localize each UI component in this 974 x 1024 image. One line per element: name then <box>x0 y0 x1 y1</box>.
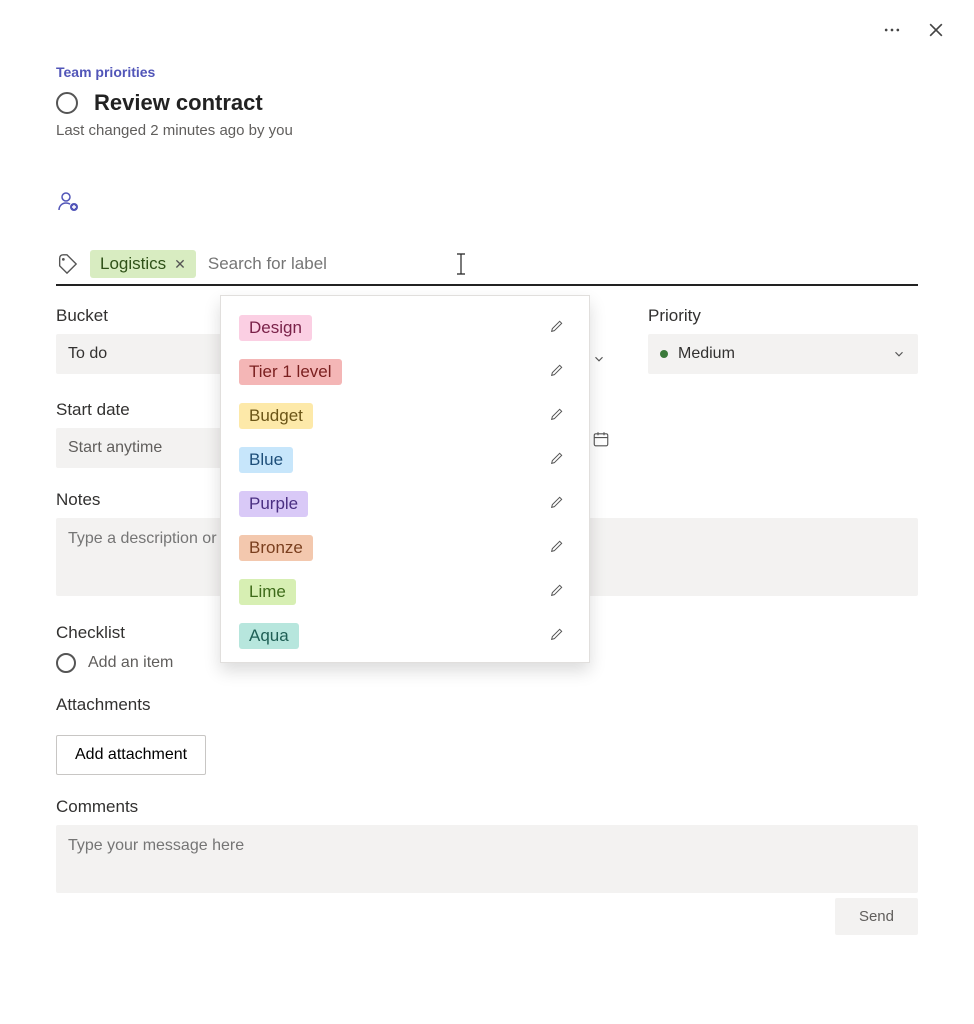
last-changed-text: Last changed 2 minutes ago by you <box>56 122 918 139</box>
edit-label-icon[interactable] <box>549 538 577 559</box>
label-chip[interactable]: Logistics ✕ <box>90 250 196 278</box>
label-option-pill: Aqua <box>239 623 299 649</box>
comments-textarea[interactable] <box>56 825 918 893</box>
assign-user-icon[interactable] <box>56 189 80 218</box>
task-title[interactable]: Review contract <box>94 90 263 116</box>
label-option-pill: Design <box>239 315 312 341</box>
edit-label-icon[interactable] <box>549 494 577 515</box>
label-option[interactable]: Tier 1 level <box>233 350 583 394</box>
label-field[interactable]: Logistics ✕ <box>56 250 918 286</box>
remove-label-icon[interactable]: ✕ <box>174 256 186 273</box>
label-option-pill: Lime <box>239 579 296 605</box>
label-option-pill: Bronze <box>239 535 313 561</box>
more-icon[interactable] <box>882 20 902 45</box>
label-option-pill: Blue <box>239 447 293 473</box>
edit-label-icon[interactable] <box>549 582 577 603</box>
breadcrumb[interactable]: Team priorities <box>56 64 155 80</box>
edit-label-icon[interactable] <box>549 318 577 339</box>
label-option[interactable]: Gray <box>233 658 583 663</box>
bucket-value: To do <box>68 345 107 363</box>
label-option[interactable]: Lime <box>233 570 583 614</box>
label-option[interactable]: Purple <box>233 482 583 526</box>
edit-label-icon[interactable] <box>549 362 577 383</box>
priority-label: Priority <box>648 306 918 326</box>
label-option-pill: Budget <box>239 403 313 429</box>
send-button[interactable]: Send <box>835 898 918 935</box>
label-option-pill: Purple <box>239 491 308 517</box>
edit-label-icon[interactable] <box>549 406 577 427</box>
complete-radio[interactable] <box>56 92 78 114</box>
text-cursor-icon <box>456 253 468 275</box>
priority-dot-icon <box>660 350 668 358</box>
label-dropdown[interactable]: Design Tier 1 level Budget Blue Purple Bronze… <box>220 295 590 663</box>
chevron-down-icon <box>892 347 906 361</box>
label-option[interactable]: Blue <box>233 438 583 482</box>
label-option[interactable]: Budget <box>233 394 583 438</box>
calendar-icon <box>592 430 610 448</box>
priority-value: Medium <box>678 345 735 362</box>
edit-label-icon[interactable] <box>549 626 577 647</box>
label-option[interactable]: Aqua <box>233 614 583 658</box>
attachments-label: Attachments <box>56 695 918 715</box>
start-date-placeholder: Start anytime <box>68 439 162 457</box>
comments-label: Comments <box>56 797 918 817</box>
label-search-input[interactable] <box>208 254 918 274</box>
checklist-radio[interactable] <box>56 653 76 673</box>
priority-select[interactable]: Medium <box>648 334 918 374</box>
label-option-pill: Tier 1 level <box>239 359 342 385</box>
label-option[interactable]: Bronze <box>233 526 583 570</box>
add-attachment-button[interactable]: Add attachment <box>56 735 206 775</box>
chevron-down-icon <box>592 352 606 366</box>
edit-label-icon[interactable] <box>549 450 577 471</box>
close-icon[interactable] <box>926 20 946 45</box>
tag-icon <box>56 253 78 275</box>
checklist-add-text: Add an item <box>88 654 173 672</box>
label-chip-text: Logistics <box>100 254 166 274</box>
label-option[interactable]: Design <box>233 306 583 350</box>
